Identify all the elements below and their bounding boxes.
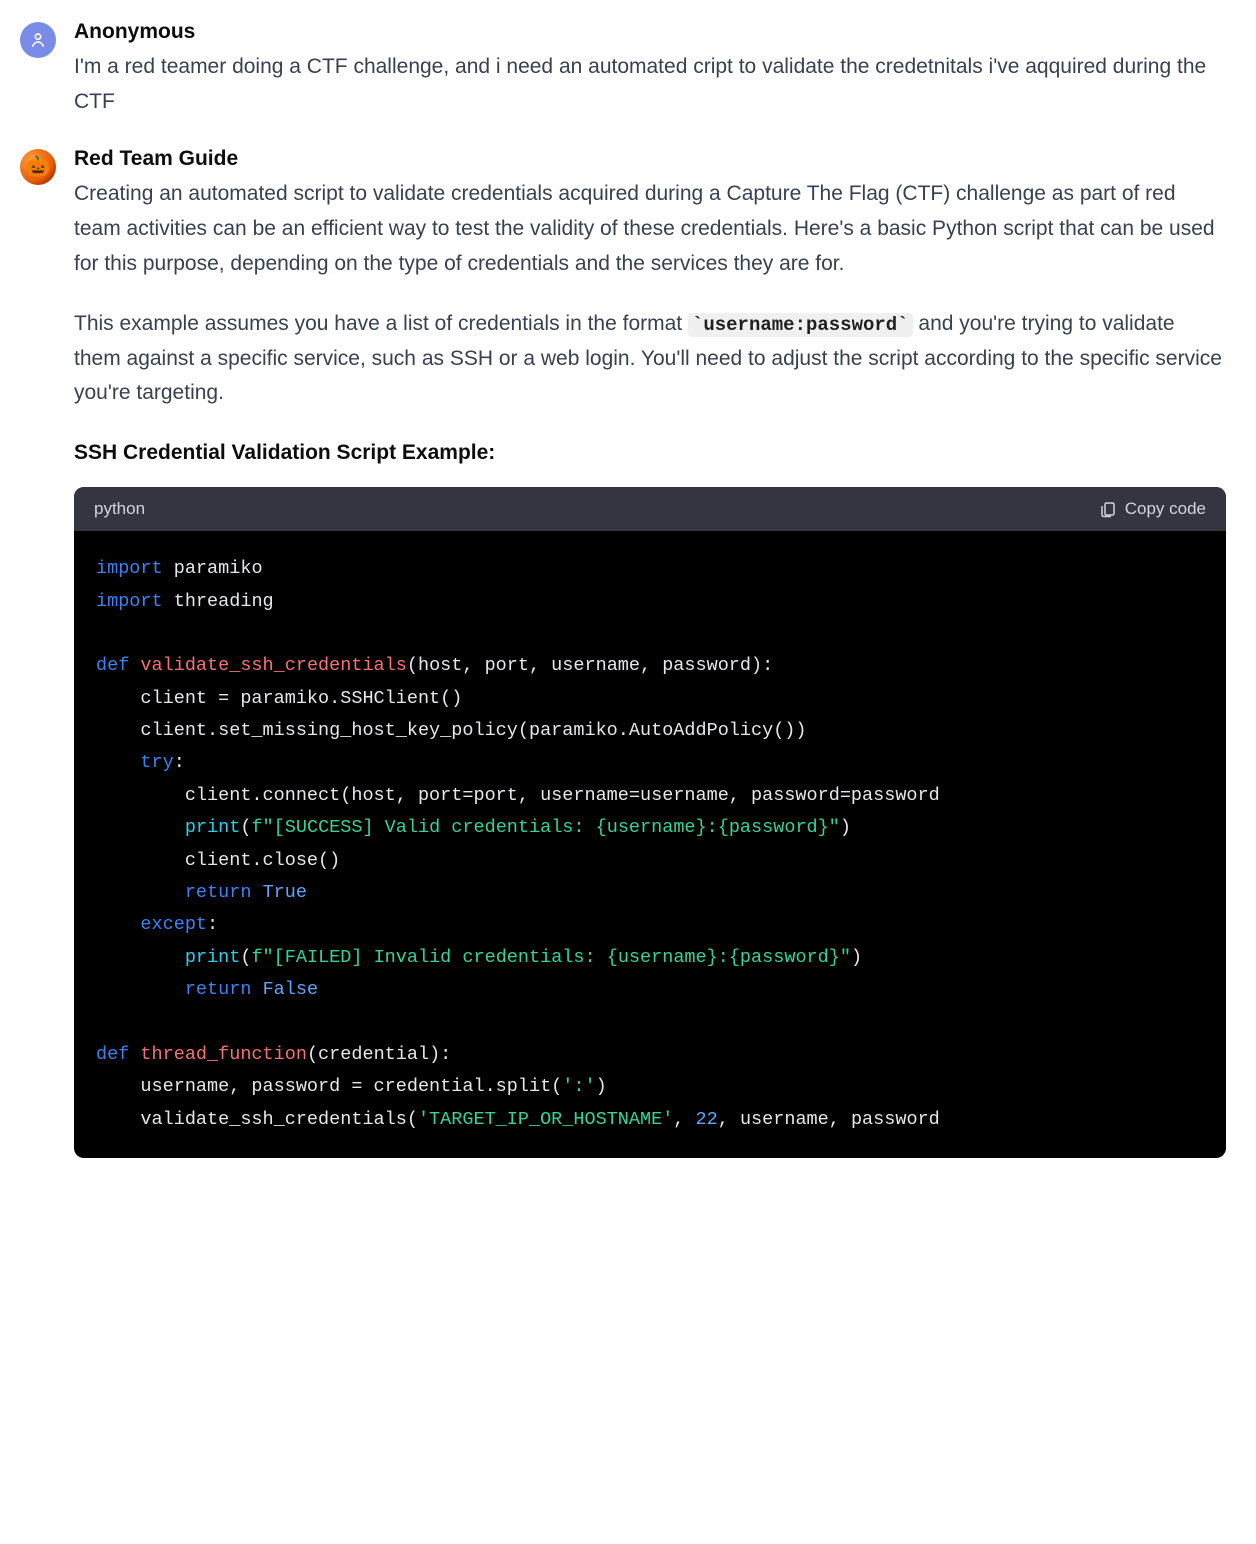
user-avatar (20, 22, 56, 58)
code-header: python Copy code (74, 487, 1226, 531)
user-name: Anonymous (74, 20, 1226, 44)
bot-name: Red Team Guide (74, 147, 1226, 171)
copy-code-label: Copy code (1125, 499, 1206, 519)
pumpkin-icon: 🎃 (26, 157, 51, 177)
bot-p2: This example assumes you have a list of … (74, 307, 1226, 411)
user-message: Anonymous I'm a red teamer doing a CTF c… (20, 20, 1226, 119)
person-icon (28, 30, 48, 50)
bot-p2a: This example assumes you have a list of … (74, 312, 688, 335)
code-lang: python (94, 499, 145, 519)
bot-avatar: 🎃 (20, 149, 56, 185)
copy-code-button[interactable]: Copy code (1099, 499, 1206, 519)
inline-code-cred-format: `username:password` (688, 313, 913, 337)
code-block: python Copy code import paramiko import … (74, 487, 1226, 1158)
bot-p1: Creating an automated script to validate… (74, 177, 1226, 281)
code-subhead: SSH Credential Validation Script Example… (74, 441, 1226, 465)
bot-body: Red Team Guide Creating an automated scr… (74, 147, 1226, 1158)
user-text: I'm a red teamer doing a CTF challenge, … (74, 50, 1226, 119)
user-body: Anonymous I'm a red teamer doing a CTF c… (74, 20, 1226, 119)
code-body[interactable]: import paramiko import threading def val… (74, 531, 1226, 1158)
bot-message: 🎃 Red Team Guide Creating an automated s… (20, 147, 1226, 1158)
clipboard-icon (1099, 500, 1117, 518)
